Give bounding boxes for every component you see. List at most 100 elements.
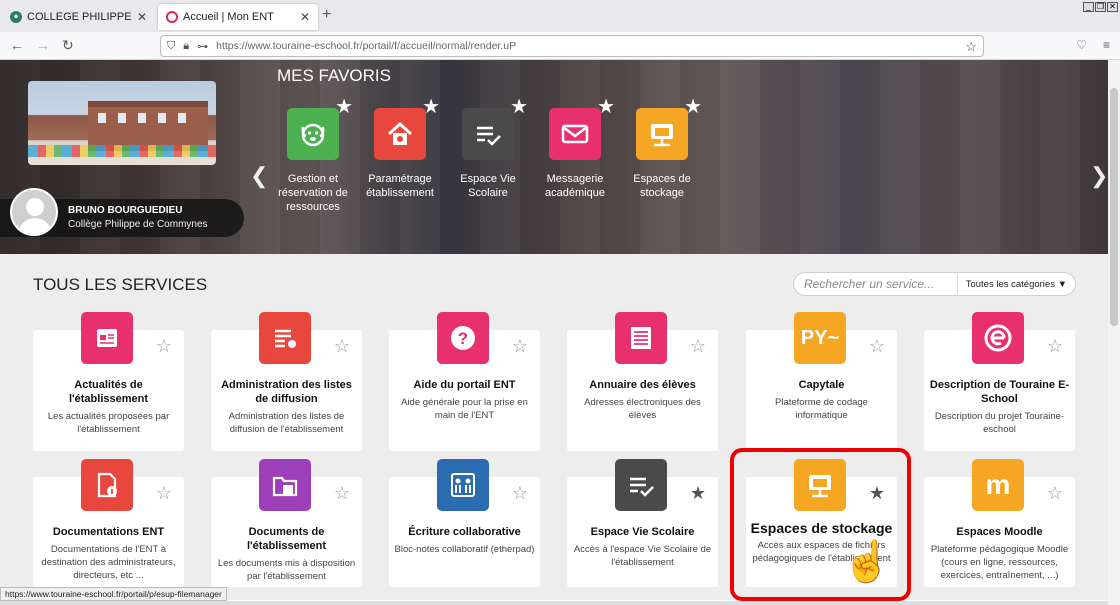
service-card[interactable]: ☆ Annuaire des élèves Adresses électroni… [567, 312, 718, 451]
chevron-down-icon: ▼ [1057, 278, 1067, 290]
favorite-star-icon[interactable]: ☆ [512, 336, 528, 357]
service-desc: Plateforme de codage informatique [775, 397, 868, 421]
favorite-item[interactable]: ★ Messagerie académique [533, 96, 617, 200]
service-name: Capytale [798, 379, 845, 391]
service-desc: Administration des listes de diffusion d… [228, 411, 345, 435]
list-check-icon [615, 459, 667, 511]
service-name: Annuaire des élèves [589, 379, 696, 391]
browser-nav-bar: ← → ↻ ⛉ 🔒︎ ⊶ https://www.touraine-eschoo… [0, 32, 1120, 60]
service-card[interactable]: ☆ Documentations ENT Documentations de l… [33, 459, 184, 587]
college-favicon-icon: ☻ [10, 11, 22, 23]
service-desc: Bloc-notes collaboratif (etherpad) [394, 544, 535, 555]
url-bar[interactable]: ⛉ 🔒︎ ⊶ https://www.touraine-eschool.fr/p… [160, 35, 984, 57]
mail-icon: ★ [549, 96, 615, 160]
folder-network-icon: ★ [636, 96, 702, 160]
chevron-left-icon[interactable]: ❮ [250, 163, 268, 189]
news-icon [81, 312, 133, 364]
favorite-label: Gestion et réservation de ressources [278, 173, 348, 213]
service-name: Documents de l'établissement [246, 526, 327, 552]
url-text: https://www.touraine-eschool.fr/portail/… [216, 40, 517, 52]
school-name: Collège Philippe de Commynes [68, 219, 208, 230]
hero-banner: BRUNO BOURGUEDIEU Collège Philippe de Co… [0, 60, 1108, 254]
favorite-star-icon[interactable]: ☆ [869, 336, 885, 357]
service-desc: Les actualités proposées par l'établisse… [47, 411, 170, 435]
favorite-star-icon[interactable]: ★ [597, 94, 615, 119]
favorite-star-icon[interactable]: ★ [684, 94, 702, 119]
chevron-right-icon[interactable]: ❯ [1090, 163, 1108, 189]
service-card[interactable]: ☆ Actualités de l'établissement Les actu… [33, 312, 184, 451]
shield-icon: ⛉ [167, 39, 176, 52]
svg-text:?: ? [458, 329, 468, 348]
status-bar: https://www.touraine-eschool.fr/portail/… [0, 587, 227, 601]
document-info-icon [81, 459, 133, 511]
favorite-star-icon[interactable]: ☆ [156, 336, 172, 357]
service-card[interactable]: ☆ Documents de l'établissement Les docum… [211, 459, 362, 587]
service-name: Espaces Moodle [956, 526, 1043, 538]
question-icon: ? [437, 312, 489, 364]
tab-title: COLLEGE PHILIPPE DE COMMY [27, 11, 133, 23]
service-card[interactable]: ? ☆ Aide du portail ENT Aide générale po… [389, 312, 540, 451]
service-card[interactable]: ☆ Administration des listes de diffusion… [211, 312, 362, 451]
favorite-item[interactable]: ★ Paramétrage établissement [358, 96, 442, 200]
service-name: Documentations ENT [52, 526, 165, 538]
restore-icon[interactable]: ❐ [1095, 2, 1106, 12]
category-select[interactable]: Toutes les catégories ▼ [956, 272, 1075, 296]
close-tab-icon[interactable]: ✕ [300, 10, 310, 24]
services-title: TOUS LES SERVICES [33, 275, 208, 294]
favorite-star-icon[interactable]: ☆ [334, 483, 350, 504]
service-desc: Aide générale pour la prise en main de l… [401, 397, 528, 421]
favorite-star-icon[interactable]: ★ [690, 483, 706, 504]
favorite-star-icon[interactable]: ☆ [156, 483, 172, 504]
service-card[interactable]: ☆ Écriture collaborative Bloc-notes coll… [389, 459, 540, 587]
list-check-icon: ★ [462, 96, 528, 160]
tab-title: Accueil | Mon ENT [183, 11, 274, 23]
favorite-label: Paramétrage établissement [366, 173, 434, 199]
favorite-star-icon[interactable]: ☆ [334, 336, 350, 357]
favorite-label: Espaces de stockage [633, 173, 691, 199]
pocket-icon[interactable]: ♡ [1076, 38, 1087, 52]
favorite-star-icon[interactable]: ☆ [512, 483, 528, 504]
service-card[interactable]: ☆ Description de Touraine E-School Descr… [924, 312, 1075, 451]
moodle-icon: m [972, 459, 1024, 511]
service-search: Rechercher un service... Toutes les caté… [793, 272, 1076, 296]
back-icon[interactable]: ← [10, 37, 24, 53]
service-card[interactable]: ★ Espace Vie Scolaire Accès à l'espace V… [567, 459, 718, 587]
forward-icon[interactable]: → [36, 37, 50, 53]
service-card[interactable]: m ☆ Espaces Moodle Plateforme pédagogiqu… [924, 459, 1075, 587]
favorite-star-icon[interactable]: ☆ [1047, 483, 1063, 504]
favorite-label: Messagerie académique [545, 173, 605, 199]
service-name: Actualités de l'établissement [68, 379, 149, 405]
tab-ent[interactable]: Accueil | Mon ENT ✕ [158, 4, 318, 30]
close-tab-icon[interactable]: ✕ [137, 10, 147, 24]
service-name: Description de Touraine E-School [929, 379, 1070, 405]
bookmark-star-icon[interactable]: ☆ [965, 39, 977, 55]
favorite-item[interactable]: ★ Espace Vie Scolaire [446, 96, 530, 200]
directory-icon [615, 312, 667, 364]
house-gear-icon: ★ [374, 96, 440, 160]
new-tab-button[interactable]: + [322, 6, 331, 24]
favorite-star-icon[interactable]: ☆ [1047, 336, 1063, 357]
minimize-icon[interactable]: _ [1083, 2, 1094, 12]
hand-cursor-icon: ☝ [842, 540, 892, 584]
service-card[interactable]: PY~ ☆ Capytale Plateforme de codage info… [746, 312, 897, 451]
python-icon: PY~ [794, 312, 846, 364]
horizontal-scrollbar[interactable] [0, 601, 1108, 605]
search-input[interactable]: Rechercher un service... [794, 277, 957, 291]
scrollbar-thumb[interactable] [1110, 88, 1118, 326]
folder-doc-icon [259, 459, 311, 511]
service-name: Espace Vie Scolaire [590, 526, 695, 538]
tab-college[interactable]: ☻ COLLEGE PHILIPPE DE COMMY ✕ [2, 4, 155, 30]
avatar[interactable] [10, 188, 58, 236]
favorite-star-icon[interactable]: ★ [422, 94, 440, 119]
close-window-icon[interactable]: ✕ [1107, 2, 1118, 12]
service-name: Écriture collaborative [408, 526, 521, 538]
favorite-star-icon[interactable]: ☆ [690, 336, 706, 357]
favorite-star-icon[interactable]: ★ [510, 94, 528, 119]
favorite-item[interactable]: ★ Espaces de stockage [620, 96, 704, 200]
favorite-star-icon[interactable]: ★ [335, 94, 353, 119]
scrollbar[interactable] [1108, 60, 1120, 605]
service-name: Administration des listes de diffusion [221, 379, 352, 405]
menu-icon[interactable]: ≡ [1103, 38, 1110, 52]
favorite-item[interactable]: ★ Gestion et réservation de ressources [271, 96, 355, 214]
reload-icon[interactable]: ↻ [62, 37, 74, 54]
